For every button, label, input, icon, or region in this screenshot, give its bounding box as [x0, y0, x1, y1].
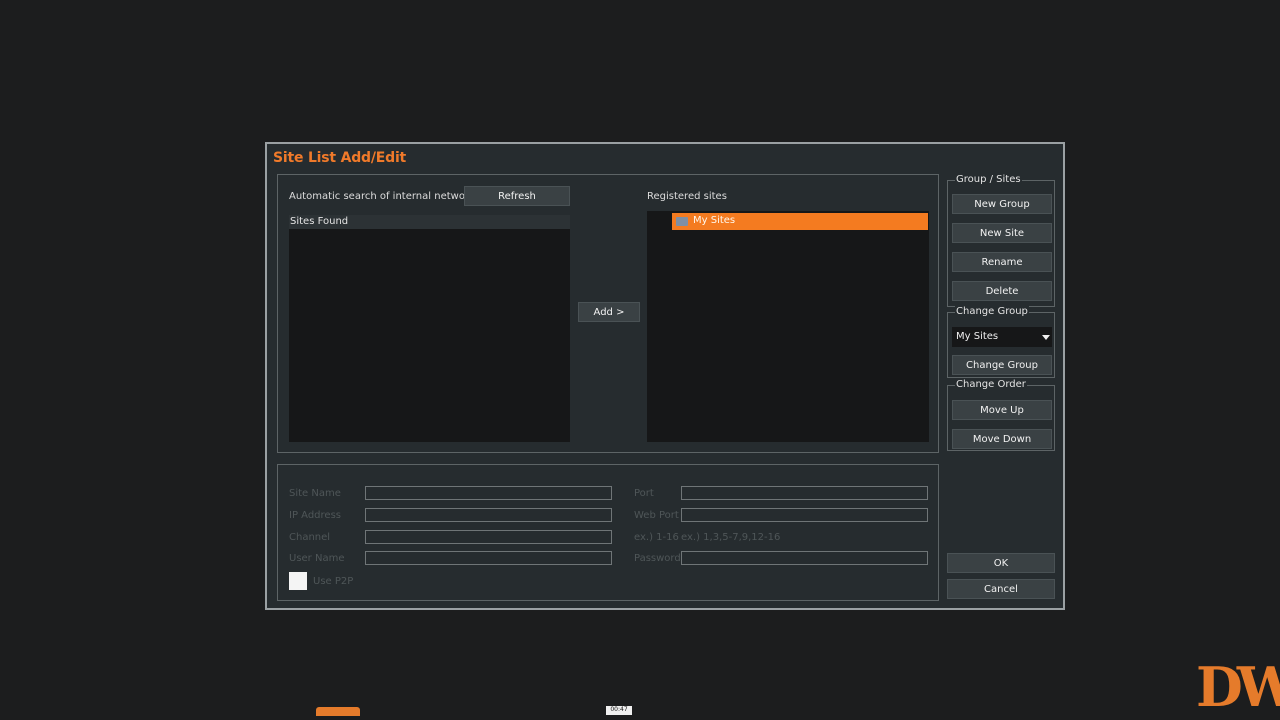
site-details-panel: Site Name IP Address Channel User Name U… — [277, 464, 939, 601]
user-name-label: User Name — [289, 553, 345, 564]
user-name-input[interactable] — [365, 551, 612, 565]
cancel-button[interactable]: Cancel — [947, 579, 1055, 599]
ip-address-label: IP Address — [289, 510, 341, 521]
timestamp-label: 00:47 — [606, 706, 632, 715]
channel-example-2: ex.) 1,3,5-7,9,12-16 — [681, 532, 781, 543]
port-input[interactable] — [681, 486, 928, 500]
delete-button[interactable]: Delete — [952, 281, 1052, 301]
group-sites-label: Group / Sites — [955, 174, 1022, 185]
chevron-down-icon — [1042, 335, 1050, 340]
sites-found-header: Sites Found — [289, 215, 570, 229]
site-name-input[interactable] — [365, 486, 612, 500]
group-select-value: My Sites — [956, 331, 999, 342]
registered-item-my-sites[interactable]: My Sites — [672, 213, 928, 230]
web-port-label: Web Port — [634, 510, 679, 521]
registered-sites-list[interactable]: My Sites — [647, 211, 929, 442]
search-panel: Automatic search of internal network Ref… — [277, 174, 939, 453]
channel-input[interactable] — [365, 530, 612, 544]
dw-logo: DW — [1196, 655, 1280, 719]
refresh-button[interactable]: Refresh — [464, 186, 570, 206]
use-p2p-label: Use P2P — [313, 576, 354, 587]
search-label: Automatic search of internal network — [289, 191, 475, 202]
channel-label: Channel — [289, 532, 331, 543]
new-group-button[interactable]: New Group — [952, 194, 1052, 214]
new-site-button[interactable]: New Site — [952, 223, 1052, 243]
channel-example-1: ex.) 1-16 — [634, 532, 679, 543]
folder-icon — [676, 217, 688, 226]
change-group-label: Change Group — [955, 306, 1029, 317]
registered-item-label: My Sites — [693, 215, 736, 226]
dialog-title: Site List Add/Edit — [273, 150, 407, 166]
ok-button[interactable]: OK — [947, 553, 1055, 573]
move-down-button[interactable]: Move Down — [952, 429, 1052, 449]
sites-found-list[interactable]: Sites Found — [289, 215, 570, 442]
change-group-button[interactable]: Change Group — [952, 355, 1052, 375]
registered-sites-label: Registered sites — [647, 191, 727, 202]
change-group-box: Change Group My Sites Change Group — [947, 306, 1055, 378]
change-order-label: Change Order — [955, 379, 1027, 390]
move-up-button[interactable]: Move Up — [952, 400, 1052, 420]
use-p2p-checkbox[interactable] — [289, 572, 307, 590]
site-list-dialog: Site List Add/Edit Automatic search of i… — [265, 142, 1065, 610]
web-port-input[interactable] — [681, 508, 928, 522]
group-select[interactable]: My Sites — [952, 327, 1052, 347]
site-name-label: Site Name — [289, 488, 341, 499]
rename-button[interactable]: Rename — [952, 252, 1052, 272]
group-sites-box: Group / Sites New Group New Site Rename … — [947, 174, 1055, 307]
password-label: Password — [634, 553, 681, 564]
ip-address-input[interactable] — [365, 508, 612, 522]
add-button[interactable]: Add > — [578, 302, 640, 322]
password-input[interactable] — [681, 551, 928, 565]
change-order-box: Change Order Move Up Move Down — [947, 379, 1055, 451]
port-label: Port — [634, 488, 654, 499]
progress-marker — [316, 707, 360, 716]
